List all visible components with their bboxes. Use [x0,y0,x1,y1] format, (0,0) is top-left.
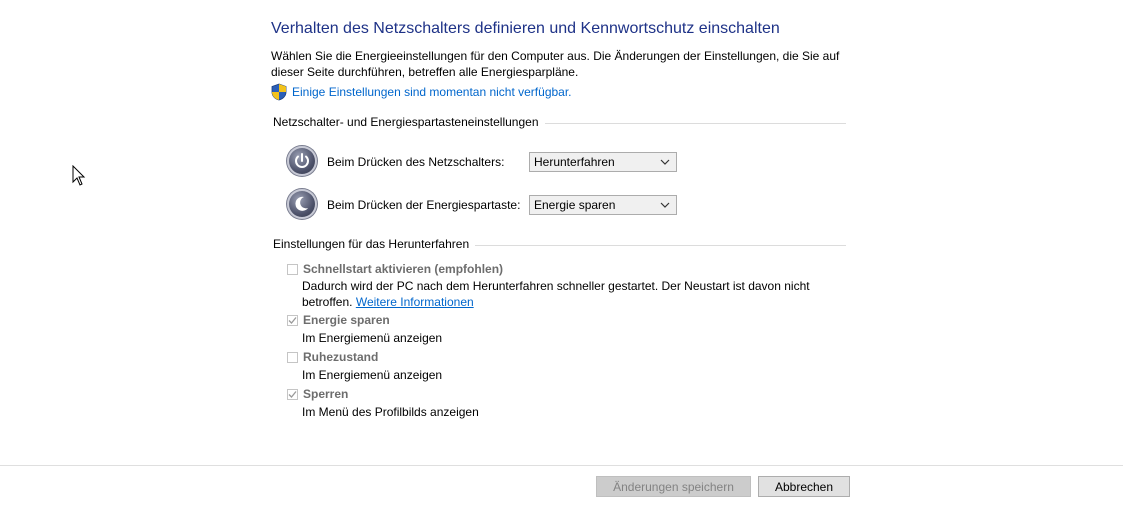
sleep-option-checkbox[interactable] [287,315,298,326]
page-title: Verhalten des Netzschalters definieren u… [271,20,780,37]
unavailable-settings-row[interactable]: Einige Einstellungen sind momentan nicht… [271,83,572,101]
chevron-down-icon [660,202,670,208]
sleep-button-icon [287,189,317,219]
power-button-icon [287,146,317,176]
uac-shield-icon [271,83,287,101]
footer-divider [0,465,1123,466]
fast-startup-description: Dadurch wird der PC nach dem Herunterfah… [302,278,822,310]
page-intro: Wählen Sie die Energieeinstellungen für … [271,49,840,79]
hibernate-option-checkbox[interactable] [287,352,298,363]
section-label: Netzschalter- und Energiespartasteneinst… [273,115,539,129]
section-divider [544,122,846,124]
mouse-cursor-icon [72,165,86,186]
unavailable-settings-link[interactable]: Einige Einstellungen sind momentan nicht… [292,85,572,99]
sleep-option-label: Energie sparen [303,313,390,327]
shutdown-settings-section-header: Einstellungen für das Herunterfahren [273,236,846,252]
chevron-down-icon [660,159,670,165]
sleep-button-label: Beim Drücken der Energiespartaste: [327,198,521,212]
section-label: Einstellungen für das Herunterfahren [273,237,470,251]
save-changes-button[interactable]: Änderungen speichern [596,476,751,497]
section-divider [475,244,846,246]
select-value: Herunterfahren [534,155,615,169]
fast-startup-label: Schnellstart aktivieren (empfohlen) [303,262,504,276]
power-buttons-section-header: Netzschalter- und Energiespartasteneinst… [273,114,846,130]
hibernate-option-description: Im Energiemenü anzeigen [302,368,443,382]
sleep-button-action-select[interactable]: Energie sparen [529,195,677,215]
checkmark-icon [288,391,297,398]
fast-startup-checkbox[interactable] [287,264,298,275]
cancel-button[interactable]: Abbrechen [758,476,850,497]
select-value: Energie sparen [534,198,616,212]
power-button-action-select[interactable]: Herunterfahren [529,152,677,172]
lock-option-label: Sperren [303,387,349,401]
lock-option-description: Im Menü des Profilbilds anzeigen [302,405,479,419]
hibernate-option-label: Ruhezustand [303,350,379,364]
sleep-option-description: Im Energiemenü anzeigen [302,331,443,345]
lock-option-checkbox[interactable] [287,389,298,400]
checkmark-icon [288,317,297,324]
more-info-link[interactable]: Weitere Informationen [356,295,474,309]
power-button-label: Beim Drücken des Netzschalters: [327,155,505,169]
